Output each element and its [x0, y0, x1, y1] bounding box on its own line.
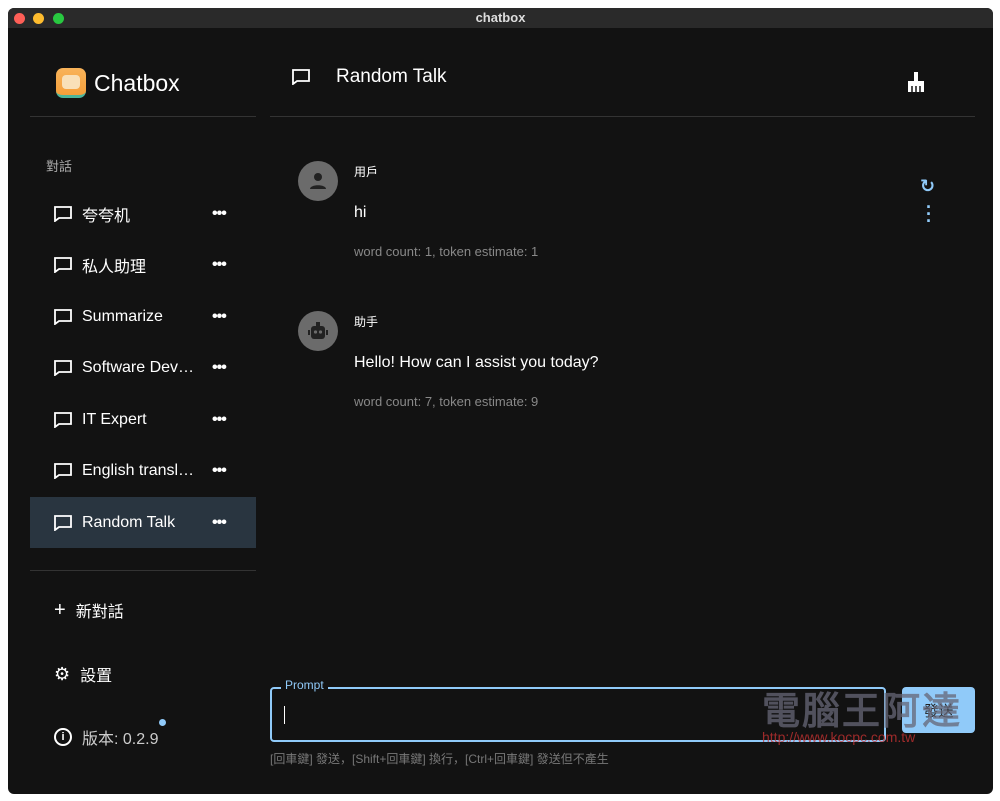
clean-broom-icon[interactable]: [906, 71, 926, 93]
chatbox-logo-icon: [56, 68, 86, 98]
robot-avatar-icon: [298, 311, 338, 351]
app-name: Chatbox: [94, 69, 180, 96]
user-avatar-icon: [298, 161, 338, 201]
title-bar: chatbox: [8, 8, 993, 28]
new-chat-button[interactable]: + 新對話: [54, 598, 124, 622]
version-button[interactable]: i 版本: 0.2.9: [54, 719, 167, 749]
sidebar-item-label: 私人助理: [82, 259, 147, 276]
divider: [30, 116, 256, 117]
more-vertical-icon[interactable]: · · ·: [926, 198, 932, 230]
sidebar-item-label: IT Expert: [82, 410, 147, 428]
new-chat-label: 新對話: [75, 604, 124, 621]
text-cursor: [284, 706, 285, 724]
app-window: chatbox Chatbox 對話 夸夸机 ••• 私人助理 ••• Summariz…: [8, 8, 993, 794]
version-label: 版本: 0.2.9: [82, 731, 159, 748]
divider: [270, 116, 975, 117]
settings-button[interactable]: ⚙ 設置: [54, 662, 112, 686]
more-horizontal-icon[interactable]: •••: [212, 359, 227, 377]
more-horizontal-icon[interactable]: •••: [212, 462, 227, 480]
minimize-window-button[interactable]: [33, 13, 44, 24]
sidebar-item-label: English translator: [82, 462, 200, 479]
sidebar: Chatbox 對話 夸夸机 ••• 私人助理 ••• Summarize ••• Soft…: [30, 28, 256, 794]
more-horizontal-icon[interactable]: •••: [212, 256, 227, 274]
chat-bubble-icon: [54, 360, 72, 376]
chat-bubble-icon: [54, 205, 72, 222]
info-icon: i: [54, 728, 72, 746]
regenerate-icon[interactable]: ↻: [920, 176, 935, 197]
sidebar-item-label: Summarize: [82, 307, 163, 325]
prompt-input[interactable]: Prompt: [270, 678, 886, 742]
settings-label: 設置: [80, 668, 113, 685]
sidebar-item[interactable]: Random Talk •••: [30, 497, 256, 548]
close-window-button[interactable]: [14, 13, 25, 24]
sidebar-item-label: Random Talk: [82, 513, 176, 531]
chat-bubble-icon: [54, 411, 72, 428]
app-logo: Chatbox: [56, 68, 180, 98]
sidebar-item[interactable]: 夸夸机 •••: [30, 188, 256, 239]
gear-icon: ⚙: [54, 663, 71, 684]
chat-bubble-icon: [54, 257, 72, 273]
chat-header: Random Talk: [292, 66, 447, 88]
divider: [30, 570, 256, 571]
chat-area: Random Talk 用戶 hi word count: 1, token e…: [270, 28, 975, 794]
message-text: hi: [354, 204, 367, 221]
more-horizontal-icon[interactable]: •••: [212, 411, 227, 429]
message-user: 用戶 hi word count: 1, token estimate: 1: [298, 161, 538, 259]
chat-title: Random Talk: [336, 66, 447, 87]
plus-icon: +: [54, 598, 66, 621]
prompt-label: Prompt: [281, 678, 328, 692]
chat-bubble-icon: [54, 514, 72, 531]
sidebar-item[interactable]: IT Expert •••: [30, 394, 256, 445]
chat-bubble-icon: [292, 69, 310, 85]
message-role: 用戶: [354, 165, 379, 179]
maximize-window-button[interactable]: [53, 13, 64, 24]
keyboard-hint: [回車鍵] 發送，[Shift+回車鍵] 換行，[Ctrl+回車鍵] 發送但不產…: [270, 752, 609, 766]
more-horizontal-icon[interactable]: •••: [212, 514, 227, 532]
sidebar-item[interactable]: 私人助理 •••: [30, 240, 256, 291]
sidebar-item-label: 夸夸机: [82, 207, 131, 225]
chat-bubble-icon: [54, 308, 72, 325]
chat-bubble-icon: [54, 463, 72, 479]
message-role: 助手: [354, 315, 379, 329]
sidebar-item[interactable]: Summarize •••: [30, 291, 256, 342]
message-text: Hello! How can I assist you today?: [354, 354, 599, 371]
message-meta: word count: 1, token estimate: 1: [354, 244, 539, 259]
window-title: chatbox: [475, 10, 526, 25]
send-button[interactable]: 發送: [902, 687, 975, 733]
sidebar-item[interactable]: Software Developer •••: [30, 343, 256, 394]
sidebar-item-label: Software Developer: [82, 359, 200, 376]
update-dot: [159, 719, 167, 726]
more-horizontal-icon[interactable]: •••: [212, 308, 227, 326]
message-meta: word count: 7, token estimate: 9: [354, 394, 539, 409]
section-title: 對話: [46, 159, 73, 174]
message-assistant: 助手 Hello! How can I assist you today? wo…: [298, 311, 599, 409]
more-horizontal-icon[interactable]: •••: [212, 205, 227, 223]
sidebar-item[interactable]: English translator •••: [30, 446, 256, 497]
